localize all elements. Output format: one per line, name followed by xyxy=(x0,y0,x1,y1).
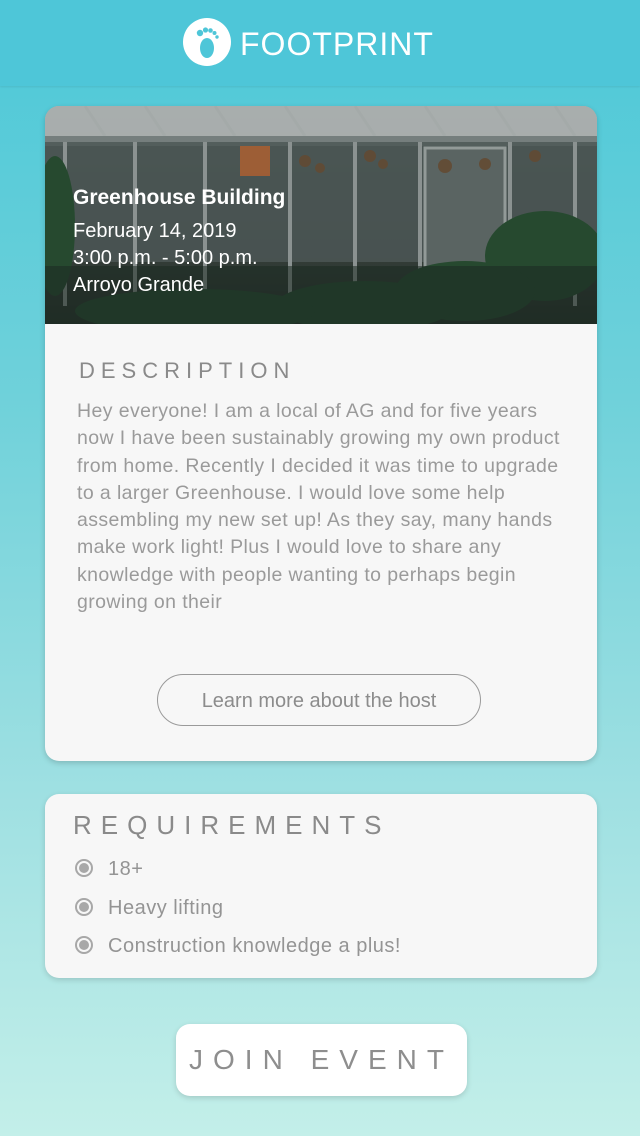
event-hero-image: Greenhouse Building February 14, 2019 3:… xyxy=(45,106,597,324)
radio-bullet-icon xyxy=(75,859,93,877)
radio-bullet-icon xyxy=(75,897,93,916)
learn-more-host-button[interactable]: Learn more about the host xyxy=(157,674,481,726)
description-heading: DESCRIPTION xyxy=(79,358,296,383)
event-time: 3:00 p.m. - 5:00 p.m. xyxy=(73,247,258,269)
event-card: Greenhouse Building February 14, 2019 3:… xyxy=(45,106,597,761)
requirements-card: REQUIREMENTS 18+ Heavy lifting Construct… xyxy=(45,794,597,978)
app-header: FOOTPRINT xyxy=(0,0,640,86)
requirement-text: 18+ xyxy=(108,858,144,880)
event-location: Arroyo Grande xyxy=(73,274,205,296)
footprint-icon[interactable] xyxy=(183,18,231,66)
event-title: Greenhouse Building xyxy=(73,186,286,209)
requirement-text: Construction knowledge a plus! xyxy=(108,935,401,957)
event-date: February 14, 2019 xyxy=(73,220,237,242)
requirement-text: Heavy lifting xyxy=(108,896,224,919)
app-brand: FOOTPRINT xyxy=(240,26,434,62)
join-event-button[interactable]: JOIN EVENT xyxy=(176,1024,467,1096)
requirements-heading: REQUIREMENTS xyxy=(73,810,391,840)
description-text[interactable]: Hey everyone! I am a local of AG and for… xyxy=(77,398,577,642)
radio-bullet-icon xyxy=(75,936,93,954)
